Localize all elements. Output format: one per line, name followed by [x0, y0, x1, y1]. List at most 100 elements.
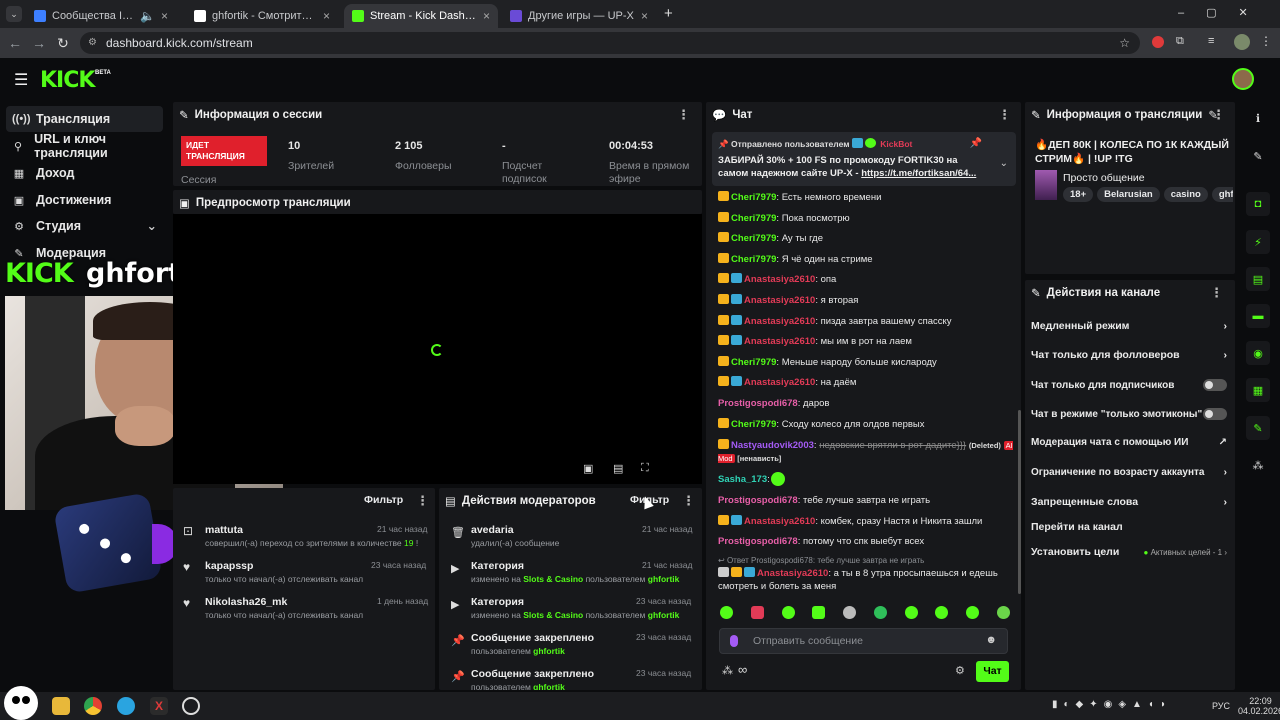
chat-username[interactable]: Sasha_173	[718, 474, 767, 485]
obs-icon[interactable]	[182, 697, 200, 715]
chat-bubble-icon[interactable]: ▬	[1246, 304, 1270, 328]
wrench-icon[interactable]: ✎	[1246, 416, 1270, 440]
kebab-menu-icon[interactable]: ⋮	[998, 107, 1011, 123]
sidebar-item-broadcast[interactable]: ((•)) Трансляция	[6, 106, 163, 132]
browser-menu-icon[interactable]: ⋮	[1260, 34, 1272, 48]
chat-username[interactable]: Cheri7979	[731, 233, 776, 244]
hamburger-menu-icon[interactable]: ☰	[14, 70, 28, 90]
emoji-icon[interactable]: ☻	[985, 634, 997, 646]
broadcast-icon[interactable]: ◉	[1246, 341, 1270, 365]
telegram-icon[interactable]	[117, 697, 135, 715]
tab-list-icon[interactable]: ⌄	[6, 6, 22, 22]
subscribers-only-toggle[interactable]	[1203, 379, 1227, 391]
chat-username[interactable]: Cheri7979	[731, 419, 776, 430]
pinned-message[interactable]: 📌 Отправлено пользователем KickBot 📌 ⌄ З…	[712, 132, 1016, 186]
new-tab-button[interactable]: +	[664, 5, 673, 22]
tab-close-icon[interactable]: ×	[323, 9, 330, 23]
fullscreen-icon[interactable]: ⛶	[641, 462, 649, 475]
slow-mode-row[interactable]: Медленный режим ›	[1031, 320, 1227, 332]
emote-icon[interactable]	[812, 606, 826, 619]
emote-icon[interactable]	[904, 606, 918, 619]
chat-scrollbar[interactable]	[1018, 410, 1021, 594]
activity-filter-button[interactable]: Фильтр	[364, 494, 403, 506]
chat-input[interactable]: Отправить сообщение ☻	[719, 628, 1008, 654]
reload-icon[interactable]: ↻	[54, 34, 72, 52]
mic-icon[interactable]	[730, 635, 738, 647]
kebab-menu-icon[interactable]: ⋮	[682, 493, 695, 509]
emote-icon[interactable]	[935, 606, 949, 619]
extension-icon[interactable]	[1152, 36, 1164, 48]
forward-icon[interactable]: →	[30, 34, 48, 52]
system-tray-icons[interactable]: ▮◐◆✦◉◈▲◖◗	[1052, 699, 1172, 710]
kebab-menu-icon[interactable]: ⋮	[416, 493, 429, 509]
chat-username[interactable]: Prostigospodi678	[718, 398, 798, 409]
banned-words-row[interactable]: Запрещенные слова ›	[1031, 496, 1227, 508]
emote-icon[interactable]	[781, 606, 795, 619]
bolt-icon[interactable]: ⚡	[1246, 230, 1270, 254]
points-icon[interactable]: ⁂	[722, 664, 733, 677]
chat-username[interactable]: Anastasiya2610	[744, 295, 815, 306]
tab-4[interactable]: Другие игры — UP-X ×	[502, 4, 656, 28]
url-field[interactable]: ⚙ dashboard.kick.com/stream ☆	[80, 32, 1140, 54]
stream-preview-player[interactable]: ▣ ▤ ⛶	[173, 214, 702, 484]
tag-chip[interactable]: ghfo	[1211, 187, 1233, 202]
tab-close-icon[interactable]: ×	[483, 9, 490, 23]
emote-icon[interactable]	[873, 606, 887, 619]
info-icon[interactable]: ℹ	[1246, 106, 1270, 130]
kebab-menu-icon[interactable]: ⋮	[1212, 107, 1225, 123]
chat-username[interactable]: Cheri7979	[731, 357, 776, 368]
chevron-down-icon[interactable]: ⌄	[1000, 158, 1008, 169]
ai-moderation-row[interactable]: Модерация чата с помощью ИИ ↗	[1031, 437, 1227, 448]
site-info-icon[interactable]: ⚙	[88, 32, 97, 54]
tag-chip[interactable]: casino	[1163, 187, 1208, 202]
tab-close-icon[interactable]: ×	[161, 9, 168, 23]
emote-icon[interactable]	[996, 606, 1010, 619]
chat-username[interactable]: Prostigospodi678	[718, 495, 798, 506]
sidebar-item-url-key[interactable]: ⚲ URL и ключ трансляции	[6, 132, 163, 160]
profile-avatar[interactable]	[1234, 34, 1250, 50]
language-indicator[interactable]: РУС	[1212, 701, 1230, 711]
go-to-channel-row[interactable]: Перейти на канал	[1031, 521, 1227, 533]
unpin-icon[interactable]: 📌	[970, 138, 982, 149]
points-icon[interactable]: ⁂	[1246, 453, 1270, 477]
kebab-menu-icon[interactable]: ⋮	[677, 107, 690, 123]
set-goals-row[interactable]: Установить цели ● Активных целей - 1 ›	[1031, 546, 1227, 558]
tag-chip[interactable]: 18+	[1063, 187, 1094, 202]
clock[interactable]: 22:09 04.02.2026	[1238, 696, 1280, 716]
app-icon[interactable]: X	[150, 697, 168, 715]
emote-only-toggle[interactable]	[1203, 408, 1227, 420]
age-restriction-row[interactable]: Ограничение по возрасту аккаунта ›	[1031, 467, 1227, 478]
sidebar-item-income[interactable]: ▦ Доход	[6, 160, 163, 186]
chat-username[interactable]: Cheri7979	[731, 192, 776, 203]
bookmark-star-icon[interactable]: ☆	[1119, 32, 1130, 54]
emote-icon[interactable]	[843, 606, 857, 619]
theater-icon[interactable]: ▤	[613, 462, 623, 475]
chat-username[interactable]: Anastasiya2610	[744, 316, 815, 327]
user-avatar[interactable]	[1232, 68, 1254, 90]
tab-2[interactable]: ghfortik - Смотрите в Лайве на... ×	[186, 4, 338, 28]
kick-logo[interactable]: KICK	[40, 68, 95, 93]
back-icon[interactable]: ←	[6, 34, 24, 52]
chat-username[interactable]: Anastasiya2610	[744, 274, 815, 285]
window-controls[interactable]: –▢✕	[1178, 6, 1270, 19]
media-icon[interactable]: ≡	[1208, 35, 1214, 47]
chrome-icon[interactable]	[84, 697, 102, 715]
layout-icon[interactable]: ▦	[1246, 378, 1270, 402]
tab-close-icon[interactable]: ×	[641, 9, 648, 23]
tag-chip[interactable]: Belarusian	[1097, 187, 1160, 202]
pip-icon[interactable]: ▣	[583, 462, 593, 475]
send-chat-button[interactable]: Чат	[976, 661, 1009, 682]
tab-1[interactable]: Сообщества Ivan Osobov 🔈×	[26, 4, 176, 28]
followers-only-row[interactable]: Чат только для фолловеров ›	[1031, 349, 1227, 361]
clip-icon[interactable]: ◘	[1246, 192, 1270, 216]
category-name[interactable]: Просто общение	[1063, 172, 1145, 184]
extensions-puzzle-icon[interactable]: ⧉	[1176, 35, 1184, 48]
emote-icon[interactable]	[750, 606, 764, 619]
emote-icon[interactable]	[720, 606, 733, 619]
reply-context[interactable]: ↩ Ответ Prostigospodi678: тебе лучше зав…	[718, 556, 924, 565]
sidebar-item-achievements[interactable]: ▣ Достижения	[6, 187, 163, 213]
chat-username[interactable]: Prostigospodi678	[718, 536, 798, 547]
edit-icon[interactable]: ✎	[1246, 144, 1270, 168]
chat-username[interactable]: Cheri7979	[731, 254, 776, 265]
tab-3-active[interactable]: Stream - Kick Dashboard ×	[344, 4, 498, 28]
